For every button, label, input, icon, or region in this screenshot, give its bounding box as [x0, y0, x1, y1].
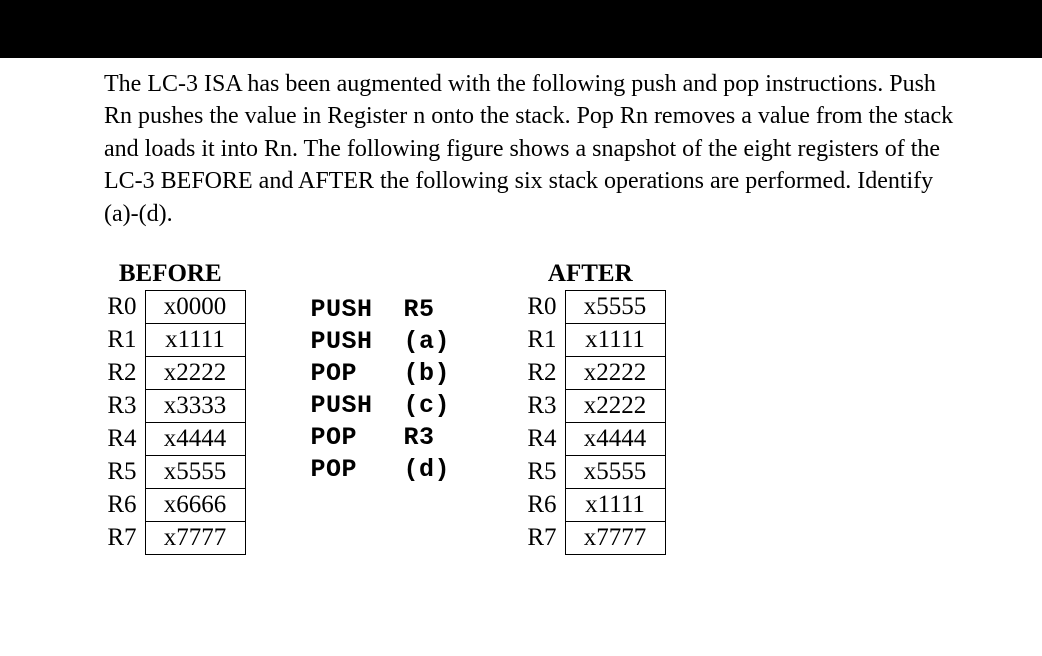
reg-name: R3: [515, 390, 565, 423]
table-row: R1x1111: [515, 324, 665, 357]
reg-name: R5: [95, 456, 145, 489]
reg-value: x5555: [565, 291, 665, 324]
table-row: R1x1111: [95, 324, 245, 357]
table-row: R7x7777: [515, 522, 665, 555]
problem-description: The LC-3 ISA has been augmented with the…: [104, 68, 954, 230]
operation-line: POP R3: [311, 422, 451, 454]
reg-name: R3: [95, 390, 145, 423]
table-row: R7x7777: [95, 522, 245, 555]
table-row: R6x6666: [95, 489, 245, 522]
reg-value: x2222: [565, 357, 665, 390]
table-row: R0x0000: [95, 291, 245, 324]
before-title: BEFORE: [119, 260, 222, 288]
reg-value: x6666: [145, 489, 245, 522]
before-register-table: R0x0000 R1x1111 R2x2222 R3x3333 R4x4444 …: [95, 290, 246, 555]
reg-name: R0: [95, 291, 145, 324]
reg-value: x1111: [145, 324, 245, 357]
reg-value: x7777: [565, 522, 665, 555]
reg-name: R7: [95, 522, 145, 555]
reg-value: x5555: [145, 456, 245, 489]
table-row: R5x5555: [95, 456, 245, 489]
after-panel: AFTER R0x5555 R1x1111 R2x2222 R3x2222 R4…: [515, 260, 666, 555]
operation-line: PUSH R5: [311, 294, 451, 326]
table-row: R5x5555: [515, 456, 665, 489]
reg-name: R6: [515, 489, 565, 522]
figure-area: BEFORE R0x0000 R1x1111 R2x2222 R3x3333 R…: [95, 260, 955, 555]
table-row: R2x2222: [95, 357, 245, 390]
reg-value: x7777: [145, 522, 245, 555]
reg-value: x3333: [145, 390, 245, 423]
reg-name: R5: [515, 456, 565, 489]
reg-name: R6: [95, 489, 145, 522]
reg-name: R1: [515, 324, 565, 357]
table-row: R4x4444: [515, 423, 665, 456]
table-row: R6x1111: [515, 489, 665, 522]
reg-name: R4: [95, 423, 145, 456]
table-row: R3x2222: [515, 390, 665, 423]
reg-name: R2: [95, 357, 145, 390]
content-area: The LC-3 ISA has been augmented with the…: [104, 68, 954, 230]
reg-name: R7: [515, 522, 565, 555]
table-row: R2x2222: [515, 357, 665, 390]
after-register-table: R0x5555 R1x1111 R2x2222 R3x2222 R4x4444 …: [515, 290, 666, 555]
reg-value: x1111: [565, 324, 665, 357]
operations-panel: PUSH R5PUSH (a)POP (b)PUSH (c)POP R3POP …: [311, 294, 451, 486]
reg-value: x4444: [565, 423, 665, 456]
reg-value: x2222: [145, 357, 245, 390]
operation-line: POP (b): [311, 358, 451, 390]
reg-value: x0000: [145, 291, 245, 324]
operation-line: POP (d): [311, 454, 451, 486]
reg-value: x2222: [565, 390, 665, 423]
table-row: R3x3333: [95, 390, 245, 423]
reg-name: R0: [515, 291, 565, 324]
reg-value: x5555: [565, 456, 665, 489]
after-title: AFTER: [548, 260, 633, 288]
table-row: R0x5555: [515, 291, 665, 324]
reg-value: x1111: [565, 489, 665, 522]
reg-name: R4: [515, 423, 565, 456]
table-row: R4x4444: [95, 423, 245, 456]
operation-line: PUSH (a): [311, 326, 451, 358]
reg-name: R1: [95, 324, 145, 357]
header-black-bar: [0, 0, 1042, 58]
operation-line: PUSH (c): [311, 390, 451, 422]
before-panel: BEFORE R0x0000 R1x1111 R2x2222 R3x3333 R…: [95, 260, 246, 555]
reg-value: x4444: [145, 423, 245, 456]
reg-name: R2: [515, 357, 565, 390]
